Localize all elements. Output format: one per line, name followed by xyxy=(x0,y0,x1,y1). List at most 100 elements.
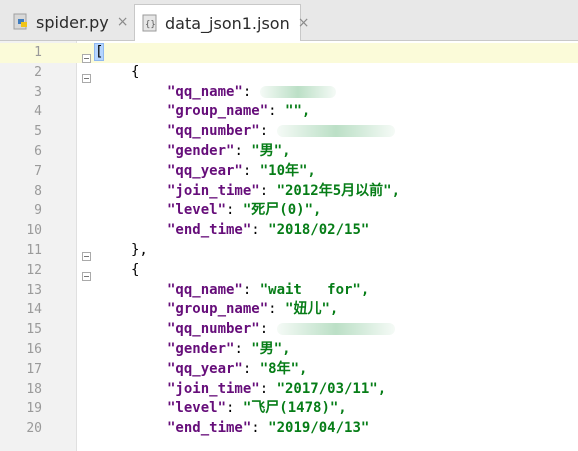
code-line: 17 "qq_year": "8年", xyxy=(0,360,578,380)
code-text: "group_name": "妞儿", xyxy=(167,301,339,318)
close-icon[interactable]: × xyxy=(298,15,310,31)
code-line: 18 "join_time": "2017/03/11", xyxy=(0,380,578,400)
json-value: "10年", xyxy=(259,162,316,179)
code-text: "end_time": "2019/04/13" xyxy=(167,420,370,437)
code-line xyxy=(0,439,578,451)
code-text: "end_time": "2018/02/15" xyxy=(167,222,370,239)
code-line: 19 "level": "飞尸(1478)", xyxy=(0,399,578,419)
json-key: "join_time" xyxy=(167,380,260,397)
json-value: "2019/04/13" xyxy=(268,420,370,437)
code-text: }, xyxy=(131,242,148,258)
json-value: "男", xyxy=(251,143,291,159)
tab-label: data_json1.json xyxy=(165,13,290,33)
code-text: "level": "飞尸(1478)", xyxy=(167,400,347,417)
code-text: "qq_name": "wait for", xyxy=(167,281,370,298)
line-number: 10 xyxy=(26,223,42,239)
code-text: "qq_name": xyxy=(167,83,336,103)
line-number: 19 xyxy=(26,401,42,417)
line-number: 13 xyxy=(26,282,42,298)
json-value: "", xyxy=(285,103,311,120)
code-line: 7 "qq_year": "10年", xyxy=(0,162,578,182)
json-key: "level" xyxy=(167,400,227,417)
code-line: 16 "gender": "男", xyxy=(0,340,578,360)
python-file-icon xyxy=(12,13,30,31)
line-number: 12 xyxy=(26,262,42,278)
json-value: "2018/02/15" xyxy=(268,222,370,239)
json-value: "妞儿", xyxy=(285,301,339,318)
line-number: 7 xyxy=(34,163,42,179)
tab-label: spider.py xyxy=(36,12,109,32)
line-number: 5 xyxy=(34,124,42,140)
redacted-value xyxy=(276,323,395,336)
code-text: [ xyxy=(93,43,105,61)
code-line: 4 "group_name": "", xyxy=(0,102,578,122)
code-line: 20 "end_time": "2019/04/13" xyxy=(0,419,578,439)
code-text: "gender": "男", xyxy=(167,143,291,159)
code-line: 11 }, xyxy=(0,241,578,261)
json-value: "wait for", xyxy=(259,281,370,298)
code-text: "qq_number": xyxy=(167,122,395,142)
code-line: 10 "end_time": "2018/02/15" xyxy=(0,221,578,241)
code-editor[interactable]: 1 [ 2 { 3 "qq_name": 4 "group_name": "",… xyxy=(0,41,578,451)
json-key: "gender" xyxy=(167,341,235,357)
json-key: "group_name" xyxy=(167,103,269,120)
json-key: "group_name" xyxy=(167,301,269,318)
line-number: 16 xyxy=(26,342,42,357)
code-text: { xyxy=(131,63,140,80)
line-number: 20 xyxy=(26,421,42,437)
json-value: "死尸(0)", xyxy=(242,202,322,219)
code-line: 9 "level": "死尸(0)", xyxy=(0,201,578,221)
code-text: "join_time": "2012年5月以前", xyxy=(167,182,401,199)
code-line: 6 "gender": "男", xyxy=(0,142,578,162)
json-key: "end_time" xyxy=(167,222,252,239)
code-text: { xyxy=(131,261,140,278)
code-text: "group_name": "", xyxy=(167,103,311,120)
line-number: 14 xyxy=(26,302,42,318)
tab-spider-py[interactable]: spider.py × xyxy=(6,4,130,40)
code-text: "qq_number": xyxy=(167,320,395,340)
json-key: "qq_year" xyxy=(167,162,243,179)
json-key: "end_time" xyxy=(167,420,252,437)
line-number: 18 xyxy=(26,381,42,397)
fold-marker-icon[interactable] xyxy=(82,48,91,63)
json-key: "qq_number" xyxy=(167,123,260,140)
redacted-value xyxy=(276,125,395,138)
fold-marker-icon[interactable] xyxy=(82,446,91,451)
json-key: "qq_name" xyxy=(167,83,243,100)
code-line: 14 "group_name": "妞儿", xyxy=(0,300,578,320)
json-key: "qq_name" xyxy=(167,281,243,298)
line-number: 4 xyxy=(34,104,42,120)
json-key: "level" xyxy=(167,202,227,219)
tab-bar: spider.py × {} data_json1.json × xyxy=(0,0,578,41)
code-text: "qq_year": "8年", xyxy=(167,360,308,377)
line-number: 15 xyxy=(26,322,42,338)
code-line: 13 "qq_name": "wait for", xyxy=(0,281,578,301)
code-line: 8 "join_time": "2012年5月以前", xyxy=(0,182,578,202)
code-line: 12 { xyxy=(0,261,578,281)
code-line: 2 { xyxy=(0,63,578,83)
line-number: 11 xyxy=(26,243,42,258)
redacted-value xyxy=(259,85,336,98)
code-line: 1 [ xyxy=(0,43,578,63)
ide-window: { "tabs": [ {"label": "spider.py", "clos… xyxy=(0,0,578,451)
json-value: "男", xyxy=(251,341,291,357)
code-text: "qq_year": "10年", xyxy=(167,162,316,179)
close-icon[interactable]: × xyxy=(117,14,129,30)
line-number: 8 xyxy=(34,183,42,199)
json-key: "qq_year" xyxy=(167,360,243,377)
line-number: 9 xyxy=(34,203,42,219)
line-number: 17 xyxy=(26,361,42,377)
code-text: "gender": "男", xyxy=(167,341,291,357)
code-line: 3 "qq_name": xyxy=(0,83,578,103)
fold-marker-icon[interactable] xyxy=(82,68,91,83)
json-key: "gender" xyxy=(167,143,235,159)
code-text: "join_time": "2017/03/11", xyxy=(167,380,387,397)
json-value: "飞尸(1478)", xyxy=(242,400,347,417)
json-value: "8年", xyxy=(259,360,308,377)
line-number: 2 xyxy=(34,64,42,80)
tab-data-json1[interactable]: {} data_json1.json × xyxy=(134,4,309,41)
fold-marker-icon[interactable] xyxy=(82,266,91,281)
fold-marker-icon[interactable] xyxy=(82,246,91,261)
json-value: "2017/03/11", xyxy=(276,380,387,397)
line-number: 1 xyxy=(34,45,42,60)
